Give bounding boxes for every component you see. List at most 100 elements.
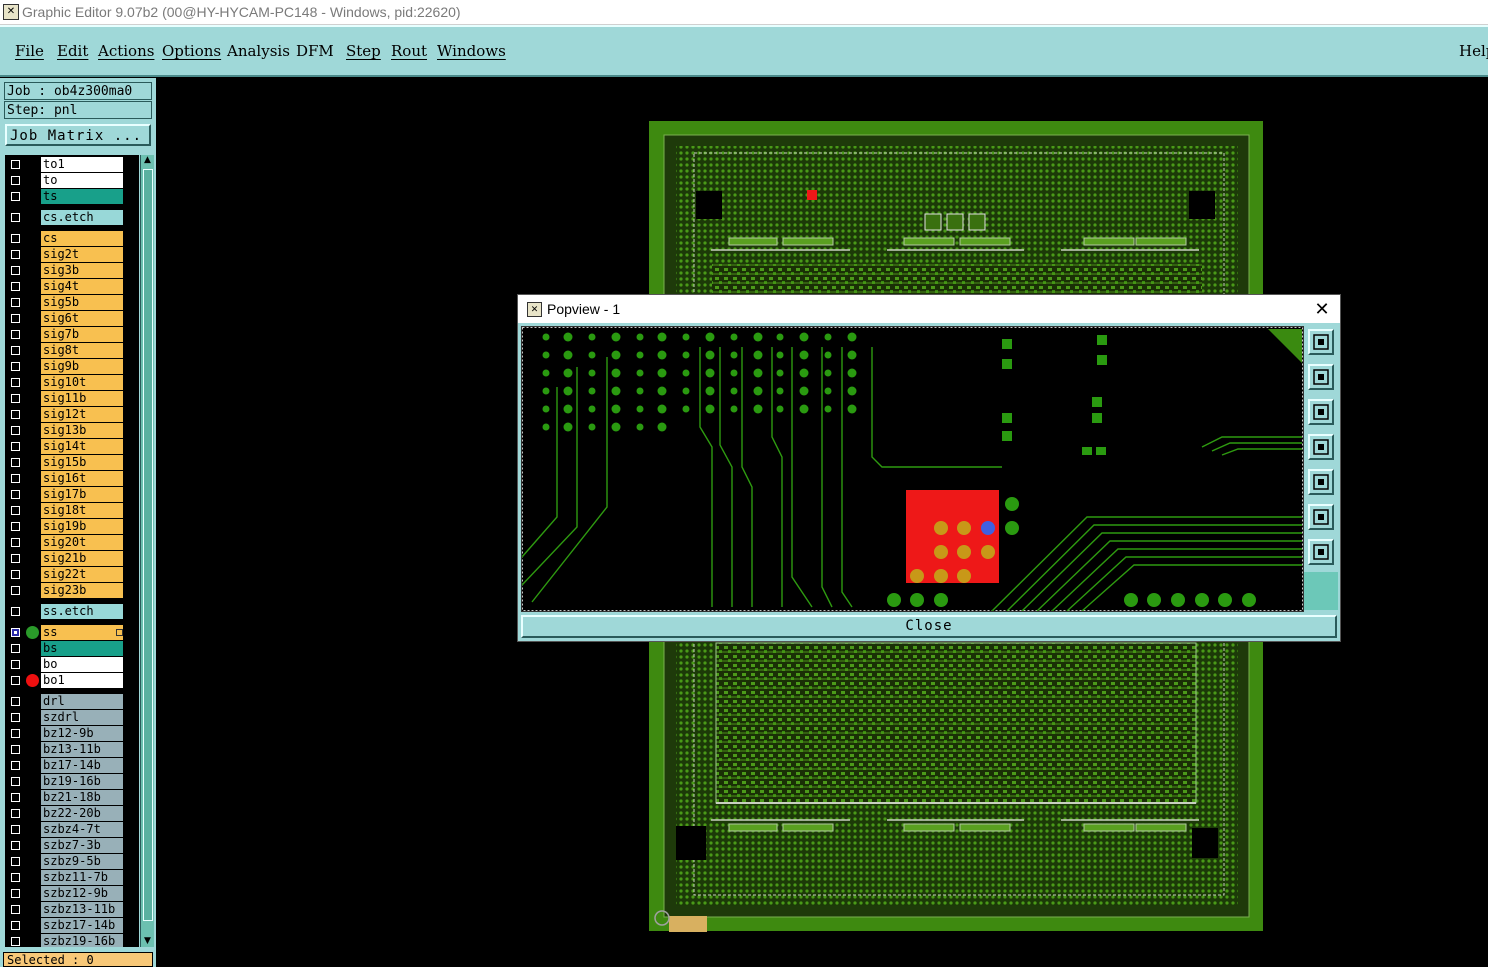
layer-row[interactable]: sig9b — [5, 359, 139, 375]
layer-checkbox[interactable] — [11, 234, 20, 243]
layer-checkbox[interactable] — [11, 905, 20, 914]
pan-right-icon[interactable] — [1308, 469, 1334, 495]
layer-name[interactable]: sig7b — [41, 327, 123, 342]
layer-checkbox[interactable] — [11, 586, 20, 595]
layer-name[interactable]: sig10t — [41, 375, 123, 390]
layer-row[interactable]: szbz13-11b — [5, 902, 139, 918]
layer-row[interactable]: sig11b — [5, 391, 139, 407]
close-icon[interactable]: ✕ — [1310, 295, 1334, 323]
layer-checkbox[interactable] — [11, 676, 20, 685]
layer-checkbox[interactable] — [11, 873, 20, 882]
layer-name[interactable]: szbz9-5b — [41, 854, 123, 869]
pan-left-icon[interactable] — [1308, 434, 1334, 460]
layer-checkbox[interactable] — [11, 921, 20, 930]
layer-row[interactable]: sig22t — [5, 567, 139, 583]
layer-row[interactable]: to — [5, 173, 139, 189]
layer-checkbox[interactable] — [11, 660, 20, 669]
layer-checkbox[interactable] — [11, 522, 20, 531]
layer-checkbox[interactable] — [11, 213, 20, 222]
layer-name[interactable]: bz13-11b — [41, 742, 123, 757]
layer-row[interactable]: sig16t — [5, 471, 139, 487]
menu-windows[interactable]: Windows — [437, 42, 506, 60]
menu-step[interactable]: Step — [346, 42, 381, 60]
layer-checkbox[interactable] — [11, 426, 20, 435]
layer-row[interactable]: bz19-16b — [5, 774, 139, 790]
layer-checkbox[interactable] — [11, 176, 20, 185]
layer-name[interactable]: sig2t — [41, 247, 123, 262]
popview-canvas[interactable] — [521, 326, 1304, 612]
layer-row[interactable]: ss — [5, 625, 139, 641]
layer-checkbox[interactable] — [11, 266, 20, 275]
layer-checkbox[interactable] — [11, 644, 20, 653]
layer-row[interactable]: bz12-9b — [5, 726, 139, 742]
layer-checkbox[interactable] — [11, 506, 20, 515]
job-matrix-button[interactable]: Job Matrix ... — [5, 124, 151, 146]
layer-row[interactable]: bo — [5, 657, 139, 673]
layer-row[interactable]: szdrl — [5, 710, 139, 726]
layer-name[interactable]: to — [41, 173, 123, 188]
layer-checkbox[interactable] — [11, 729, 20, 738]
layer-name[interactable]: drl — [41, 694, 123, 709]
layer-name[interactable]: szbz11-7b — [41, 870, 123, 885]
layer-name[interactable]: sig18t — [41, 503, 123, 518]
layer-name[interactable]: cs — [41, 231, 123, 246]
menu-dfm[interactable]: DFM — [296, 42, 334, 60]
zoom-home-icon[interactable] — [1308, 329, 1334, 355]
layer-name[interactable]: sig12t — [41, 407, 123, 422]
layer-checkbox[interactable] — [11, 628, 20, 637]
layer-checkbox[interactable] — [11, 857, 20, 866]
layer-name[interactable]: bz22-20b — [41, 806, 123, 821]
layer-name[interactable]: ts — [41, 189, 123, 204]
layer-row[interactable]: sig18t — [5, 503, 139, 519]
layer-checkbox[interactable] — [11, 346, 20, 355]
layer-checkbox[interactable] — [11, 160, 20, 169]
layer-list-scrollbar[interactable]: ▲ ▼ — [140, 155, 154, 947]
close-button[interactable]: Close — [521, 615, 1337, 638]
layer-checkbox[interactable] — [11, 793, 20, 802]
layer-checkbox[interactable] — [11, 330, 20, 339]
layer-checkbox[interactable] — [11, 825, 20, 834]
layer-name[interactable]: sig4t — [41, 279, 123, 294]
zoom-in-icon[interactable] — [1308, 504, 1334, 530]
layer-row[interactable]: szbz7-3b — [5, 838, 139, 854]
layer-checkbox[interactable] — [11, 298, 20, 307]
layer-name[interactable]: bo1 — [41, 673, 123, 688]
layer-row[interactable]: szbz11-7b — [5, 870, 139, 886]
menu-edit[interactable]: Edit — [57, 42, 88, 60]
layer-checkbox[interactable] — [11, 314, 20, 323]
layer-row[interactable]: sig6t — [5, 311, 139, 327]
layer-name[interactable]: bz12-9b — [41, 726, 123, 741]
layer-row[interactable]: bz13-11b — [5, 742, 139, 758]
layer-name[interactable]: sig20t — [41, 535, 123, 550]
layer-row[interactable]: sig5b — [5, 295, 139, 311]
layer-name[interactable]: sig3b — [41, 263, 123, 278]
layer-checkbox[interactable] — [11, 554, 20, 563]
layer-name[interactable]: bz19-16b — [41, 774, 123, 789]
layer-checkbox[interactable] — [11, 442, 20, 451]
zoom-out-icon[interactable] — [1308, 539, 1334, 565]
layer-checkbox[interactable] — [11, 889, 20, 898]
layer-name[interactable]: sig15b — [41, 455, 123, 470]
layer-checkbox[interactable] — [11, 250, 20, 259]
menu-actions[interactable]: Actions — [98, 42, 154, 60]
layer-name[interactable]: bz21-18b — [41, 790, 123, 805]
layer-name[interactable]: ss — [41, 625, 123, 640]
layer-name[interactable]: sig13b — [41, 423, 123, 438]
layer-row[interactable]: sig8t — [5, 343, 139, 359]
layer-name[interactable]: szbz4-7t — [41, 822, 123, 837]
layer-name[interactable]: sig9b — [41, 359, 123, 374]
layer-checkbox[interactable] — [11, 538, 20, 547]
layer-row[interactable]: bz22-20b — [5, 806, 139, 822]
layer-row[interactable]: sig20t — [5, 535, 139, 551]
layer-checkbox[interactable] — [11, 607, 20, 616]
layer-checkbox[interactable] — [11, 410, 20, 419]
layer-row[interactable]: sig3b — [5, 263, 139, 279]
layer-name[interactable]: szbz19-16b — [41, 934, 123, 947]
layer-name[interactable]: sig19b — [41, 519, 123, 534]
layer-checkbox[interactable] — [11, 777, 20, 786]
pan-down-icon[interactable] — [1308, 399, 1334, 425]
layer-checkbox[interactable] — [11, 362, 20, 371]
layer-checkbox[interactable] — [11, 713, 20, 722]
layer-checkbox[interactable] — [11, 490, 20, 499]
layer-name[interactable]: bo — [41, 657, 123, 672]
